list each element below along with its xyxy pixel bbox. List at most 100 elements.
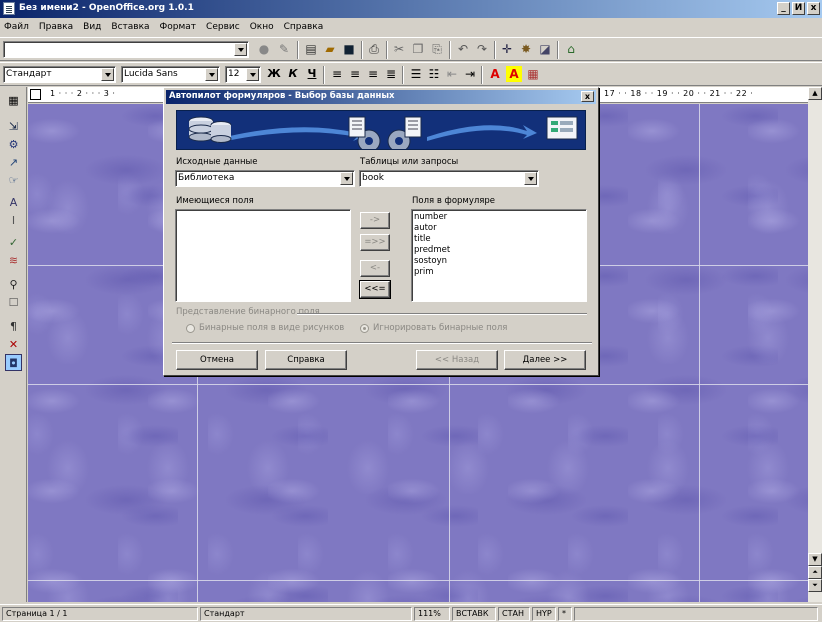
dialog-titlebar[interactable]: Автопилот формуляров - Выбор базы данных… bbox=[166, 90, 596, 104]
chevron-down-icon[interactable] bbox=[205, 68, 218, 81]
available-fields-list[interactable] bbox=[175, 209, 351, 302]
next-button[interactable]: Далее >> bbox=[504, 350, 586, 370]
available-fields-label: Имеющиеся поля bbox=[176, 196, 254, 206]
paragraph-style-combo[interactable]: Стандарт bbox=[3, 66, 116, 83]
menu-tools[interactable]: Сервис bbox=[206, 22, 240, 32]
scroll-up-icon[interactable]: ▲ bbox=[808, 87, 822, 100]
page-up-icon[interactable]: ⏶ bbox=[808, 566, 822, 579]
menu-window[interactable]: Окно bbox=[250, 22, 274, 32]
url-combo[interactable] bbox=[3, 41, 249, 58]
insert-fields-icon[interactable]: ⇲ bbox=[5, 118, 22, 135]
find-replace-icon[interactable]: ⚲ bbox=[5, 276, 22, 293]
text-autocomplete-icon[interactable]: A bbox=[5, 194, 22, 211]
database-select[interactable]: Библиотека bbox=[175, 170, 355, 187]
data-sources-panel-icon[interactable]: ☐ bbox=[5, 294, 22, 311]
close-button[interactable]: x bbox=[807, 2, 820, 15]
copy-icon[interactable]: ❐ bbox=[410, 41, 426, 57]
undo-icon[interactable]: ↶ bbox=[455, 41, 471, 57]
save-icon[interactable]: ■ bbox=[341, 41, 357, 57]
restore-button[interactable]: И bbox=[792, 2, 805, 15]
graphics-off-icon[interactable]: ✕ bbox=[5, 336, 22, 353]
align-right-icon[interactable]: ≡ bbox=[365, 66, 381, 82]
list-item[interactable]: predmet bbox=[412, 245, 586, 256]
scroll-down-icon[interactable]: ▼ bbox=[808, 553, 822, 566]
binary-ignore-radio[interactable] bbox=[360, 324, 369, 333]
page-down-icon[interactable]: ⏷ bbox=[808, 579, 822, 592]
back-button[interactable]: << Назад bbox=[416, 350, 498, 370]
italic-button[interactable]: К bbox=[285, 66, 301, 82]
table-select[interactable]: book bbox=[359, 170, 539, 187]
menu-help[interactable]: Справка bbox=[284, 22, 324, 32]
nonprinting-characters-icon[interactable]: ¶ bbox=[5, 318, 22, 335]
gallery-icon[interactable]: ◪ bbox=[537, 41, 553, 57]
online-layout-icon[interactable]: ◘ bbox=[5, 354, 22, 371]
help-button[interactable]: Справка bbox=[265, 350, 347, 370]
list-item[interactable]: sostoyn bbox=[412, 256, 586, 267]
stylist-icon[interactable]: ✸ bbox=[518, 41, 534, 57]
draw-functions-icon[interactable]: ↗ bbox=[5, 154, 22, 171]
edit-file-icon[interactable]: ✎ bbox=[276, 41, 292, 57]
minimize-button[interactable]: _ bbox=[777, 2, 790, 15]
menu-format[interactable]: Формат bbox=[160, 22, 197, 32]
data-sources-icon[interactable]: ⌂ bbox=[563, 41, 579, 57]
chevron-down-icon[interactable] bbox=[340, 172, 353, 185]
menu-file[interactable]: Файл bbox=[4, 22, 29, 32]
chevron-down-icon[interactable] bbox=[101, 68, 114, 81]
remove-all-fields-button[interactable]: <<= bbox=[359, 280, 391, 299]
font-name-combo[interactable]: Lucida Sans bbox=[121, 66, 220, 83]
status-insert-mode[interactable]: ВСТАВК bbox=[452, 607, 496, 621]
cancel-button[interactable]: Отмена bbox=[176, 350, 258, 370]
menu-edit[interactable]: Правка bbox=[39, 22, 73, 32]
menu-insert[interactable]: Вставка bbox=[111, 22, 149, 32]
list-item[interactable]: prim bbox=[412, 267, 586, 278]
stop-icon[interactable]: ● bbox=[256, 41, 272, 57]
highlight-icon[interactable]: A bbox=[506, 66, 522, 82]
form-fields-list[interactable]: number autor title predmet sostoyn prim bbox=[411, 209, 587, 302]
underline-button[interactable]: Ч bbox=[304, 66, 320, 82]
chevron-down-icon[interactable] bbox=[524, 172, 537, 185]
navigator-icon[interactable]: ✛ bbox=[499, 41, 515, 57]
decrease-indent-icon[interactable]: ⇤ bbox=[444, 66, 460, 82]
list-item[interactable]: number bbox=[412, 212, 586, 223]
new-document-icon[interactable]: ▤ bbox=[303, 41, 319, 57]
redo-icon[interactable]: ↷ bbox=[474, 41, 490, 57]
add-field-button[interactable]: -> bbox=[360, 212, 390, 229]
binary-images-radio[interactable] bbox=[186, 324, 195, 333]
open-folder-icon[interactable]: ▰ bbox=[322, 41, 338, 57]
chevron-down-icon[interactable] bbox=[234, 43, 247, 56]
numbering-icon[interactable]: ☰ bbox=[408, 66, 424, 82]
background-color-icon[interactable]: ▦ bbox=[525, 66, 541, 82]
insert-table-icon[interactable]: ▦ bbox=[5, 92, 22, 109]
auto-spellcheck-icon[interactable]: ≋ bbox=[5, 252, 22, 269]
insert-object-icon[interactable]: ⚙ bbox=[5, 136, 22, 153]
remove-field-button[interactable]: <- bbox=[360, 260, 390, 277]
dialog-close-button[interactable]: x bbox=[581, 91, 594, 102]
cut-icon[interactable]: ✂ bbox=[391, 41, 407, 57]
form-functions-icon[interactable]: ☞ bbox=[5, 172, 22, 189]
menu-view[interactable]: Вид bbox=[83, 22, 101, 32]
status-hyperlink-mode[interactable]: HYP bbox=[532, 607, 556, 621]
text-cursor-icon[interactable]: I bbox=[5, 212, 22, 229]
align-justify-icon[interactable]: ≣ bbox=[383, 66, 399, 82]
increase-indent-icon[interactable]: ⇥ bbox=[462, 66, 478, 82]
list-item[interactable]: title bbox=[412, 234, 586, 245]
bold-button[interactable]: Ж bbox=[266, 66, 282, 82]
add-all-fields-button[interactable]: =>> bbox=[360, 234, 390, 251]
vertical-scrollbar[interactable]: ▲ ▼ ⏶ ⏷ bbox=[808, 87, 822, 602]
font-size-combo[interactable]: 12 bbox=[225, 66, 261, 83]
status-zoom[interactable]: 111% bbox=[414, 607, 450, 621]
spellcheck-icon[interactable]: ✓ bbox=[5, 234, 22, 251]
bullets-icon[interactable]: ☷ bbox=[426, 66, 442, 82]
chevron-down-icon[interactable] bbox=[246, 68, 259, 81]
align-left-icon[interactable]: ≡ bbox=[329, 66, 345, 82]
list-item[interactable]: autor bbox=[412, 223, 586, 234]
form-fields-label: Поля в формуляре bbox=[412, 196, 496, 206]
align-center-icon[interactable]: ≡ bbox=[347, 66, 363, 82]
paste-icon[interactable]: ⎘ bbox=[429, 41, 445, 57]
status-selection-mode[interactable]: СТАН bbox=[498, 607, 530, 621]
font-color-icon[interactable]: A bbox=[487, 66, 503, 82]
tab-stop-selector[interactable] bbox=[30, 89, 41, 100]
print-icon[interactable]: ⎙ bbox=[366, 41, 382, 57]
status-page-style[interactable]: Стандарт bbox=[200, 607, 412, 621]
window-titlebar[interactable]: Без имени2 - OpenOffice.org 1.0.1 _ И x bbox=[0, 0, 822, 18]
